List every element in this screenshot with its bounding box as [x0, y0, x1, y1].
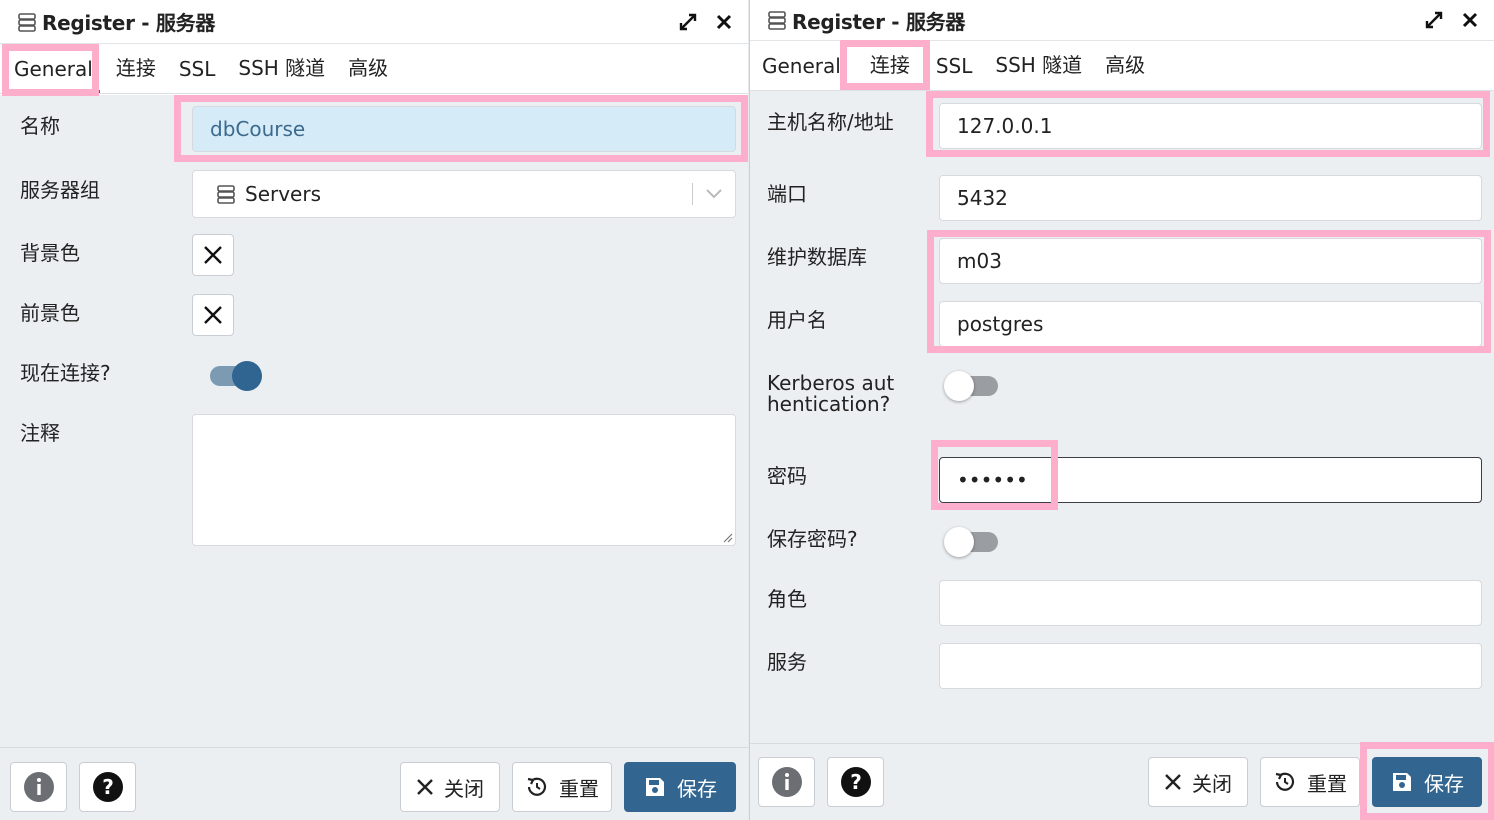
expand-icon[interactable]: [676, 10, 700, 34]
clear-color-icon: [204, 246, 222, 264]
dialog-title: Register - 服务器: [42, 11, 216, 35]
save-button-label: 保存: [677, 776, 717, 801]
username-input[interactable]: postgres: [939, 301, 1482, 347]
server-icon: [18, 12, 36, 32]
tab-ssh-tunnel[interactable]: SSH 隧道: [228, 52, 338, 93]
help-button[interactable]: ?: [79, 762, 136, 812]
close-button[interactable]: 关闭: [400, 762, 500, 812]
info-icon: [771, 767, 802, 797]
close-icon[interactable]: [1458, 8, 1482, 32]
bgcolor-label: 背景色: [20, 241, 80, 265]
server-group-value: Servers: [245, 182, 322, 206]
info-button[interactable]: [10, 762, 67, 812]
connect-now-label: 现在连接?: [20, 361, 111, 385]
maintenance-db-label: 维护数据库: [767, 245, 867, 269]
reset-button[interactable]: 重置: [1260, 757, 1360, 807]
save-button[interactable]: 保存: [624, 762, 736, 812]
service-label: 服务: [767, 650, 807, 674]
clear-color-icon: [204, 306, 222, 324]
close-icon[interactable]: [712, 10, 736, 34]
close-icon: [417, 779, 433, 795]
tab-connection[interactable]: 连接: [854, 49, 926, 90]
dialog-footer: ? 关闭 重置 保存: [750, 743, 1494, 820]
tab-ssh-tunnel[interactable]: SSH 隧道: [985, 49, 1095, 90]
register-server-dialog-general: Register - 服务器 General 连接 SSL SSH 隧道 高级 …: [0, 0, 748, 820]
svg-text:?: ?: [102, 775, 114, 799]
reset-button[interactable]: 重置: [512, 762, 612, 812]
tab-advanced[interactable]: 高级: [338, 52, 401, 93]
role-label: 角色: [767, 587, 807, 611]
host-label: 主机名称/地址: [767, 110, 894, 134]
tab-connection[interactable]: 连接: [106, 52, 169, 93]
save-button[interactable]: 保存: [1372, 757, 1482, 807]
comment-textarea[interactable]: [192, 414, 736, 546]
server-group-select[interactable]: Servers: [192, 170, 736, 218]
kerberos-toggle[interactable]: [944, 367, 1000, 403]
tab-ssl[interactable]: SSL: [926, 54, 986, 90]
save-password-toggle[interactable]: [944, 523, 1000, 559]
dialog-footer: ? 关闭 重置 保存: [0, 747, 748, 820]
password-input[interactable]: ••••••: [939, 457, 1482, 503]
info-icon: [23, 772, 54, 802]
save-button-label: 保存: [1424, 771, 1464, 796]
chevron-down-icon[interactable]: [705, 188, 723, 200]
dialog-tabs: General 连接 SSL SSH 隧道 高级: [0, 44, 748, 94]
dialog-tabs: General 连接 SSL SSH 隧道 高级: [750, 41, 1494, 91]
reset-icon: [527, 777, 547, 796]
register-server-dialog-connection: Register - 服务器 General 连接 SSL SSH 隧道 高级 …: [749, 0, 1494, 820]
expand-icon[interactable]: [1422, 8, 1446, 32]
dialog-titlebar[interactable]: Register - 服务器: [0, 0, 748, 44]
svg-text:?: ?: [850, 770, 862, 794]
reset-icon: [1275, 772, 1295, 791]
name-label: 名称: [20, 114, 60, 138]
help-icon: ?: [840, 767, 871, 797]
tab-general[interactable]: General: [4, 57, 106, 93]
info-button[interactable]: [758, 757, 815, 807]
reset-button-label: 重置: [559, 776, 599, 801]
close-button[interactable]: 关闭: [1148, 757, 1248, 807]
comment-label: 注释: [20, 421, 60, 445]
password-label: 密码: [767, 464, 807, 488]
name-input[interactable]: dbCourse: [192, 106, 736, 152]
connection-form: 主机名称/地址 127.0.0.1 端口 5432 维护数据库 m03 用户名 …: [750, 91, 1494, 743]
username-label: 用户名: [767, 308, 827, 332]
kerberos-label: Kerberos authentication?: [767, 371, 895, 416]
tab-general[interactable]: General: [752, 54, 854, 90]
role-input[interactable]: [939, 580, 1482, 626]
server-icon: [768, 11, 786, 30]
tab-advanced[interactable]: 高级: [1095, 49, 1158, 90]
server-icon: [217, 185, 235, 204]
connect-now-toggle[interactable]: [206, 357, 262, 393]
save-icon: [1393, 773, 1411, 791]
port-label: 端口: [767, 182, 807, 206]
bgcolor-picker[interactable]: [192, 234, 234, 276]
tab-ssl[interactable]: SSL: [169, 57, 229, 93]
fgcolor-label: 前景色: [20, 301, 80, 325]
save-icon: [646, 778, 664, 796]
close-icon: [1165, 774, 1181, 790]
close-button-label: 关闭: [1192, 771, 1232, 796]
port-input[interactable]: 5432: [939, 175, 1482, 221]
general-form: 名称 dbCourse 服务器组 Servers 背景色 前景色 现在连接? 注…: [0, 95, 748, 747]
service-input[interactable]: [939, 643, 1482, 689]
close-button-label: 关闭: [444, 776, 484, 801]
resize-grip-icon[interactable]: [721, 531, 733, 543]
save-password-label: 保存密码?: [767, 527, 858, 551]
help-button[interactable]: ?: [827, 757, 884, 807]
server-group-label: 服务器组: [20, 178, 100, 202]
maintenance-db-input[interactable]: m03: [939, 238, 1482, 284]
fgcolor-picker[interactable]: [192, 294, 234, 336]
help-icon: ?: [92, 772, 123, 802]
dialog-titlebar[interactable]: Register - 服务器: [750, 0, 1494, 41]
host-input[interactable]: 127.0.0.1: [939, 103, 1482, 149]
dialog-title: Register - 服务器: [792, 9, 966, 34]
reset-button-label: 重置: [1307, 771, 1347, 796]
